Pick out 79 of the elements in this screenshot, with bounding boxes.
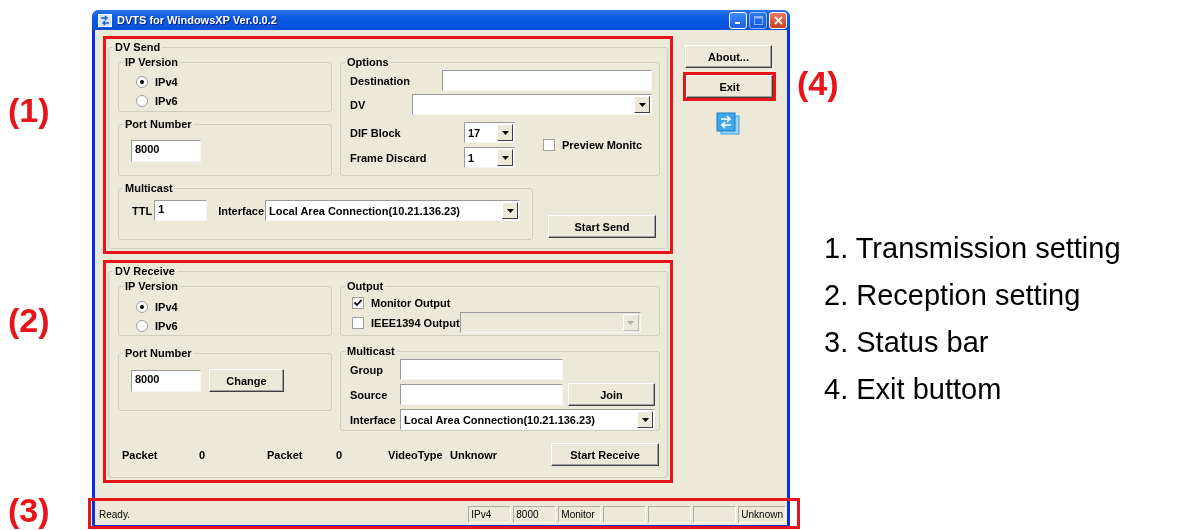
dropdown[interactable]: Local Area Connection(10.21.136.23) — [400, 409, 655, 430]
field-label: Destination — [350, 74, 411, 87]
input-field[interactable] — [400, 384, 563, 405]
status-message: Ready. — [98, 508, 131, 520]
group-title: Multicast — [125, 182, 173, 194]
input-field[interactable]: 8000 — [131, 140, 201, 162]
join-button[interactable]: Join — [568, 383, 655, 406]
dropdown-arrow-icon — [641, 417, 649, 422]
group-title: Multicast — [347, 345, 395, 357]
app-icon — [98, 13, 112, 27]
dropdown[interactable]: 1 — [464, 147, 515, 168]
callout-number: (1) — [8, 90, 51, 130]
exit-button[interactable]: Exit — [686, 75, 773, 98]
stat-value: 0 — [336, 448, 344, 461]
start-receive-button[interactable]: Start Receive — [551, 443, 659, 466]
radio-option[interactable]: IPv4 — [136, 298, 323, 316]
maximize-button[interactable] — [749, 11, 767, 29]
callout-number: (4) — [797, 63, 840, 103]
input-field[interactable]: 1 — [154, 200, 208, 221]
input-field[interactable]: 8000 — [131, 369, 201, 392]
field-label: DV — [350, 98, 367, 111]
field-label: VideoType — [388, 448, 444, 461]
status-panel — [603, 505, 647, 523]
field-label: Source — [350, 388, 389, 401]
window-arrows-icon — [716, 112, 740, 135]
maximize-icon — [753, 15, 763, 25]
input-field[interactable] — [442, 70, 652, 91]
about-button[interactable]: About... — [685, 45, 772, 68]
callout-number: (3) — [8, 490, 51, 530]
group-title: Port Number — [125, 118, 192, 130]
radio-option[interactable]: IPv6 — [136, 92, 323, 110]
legend-item: 3. Status bar — [824, 325, 990, 360]
dropdown[interactable] — [412, 94, 652, 115]
dropdown-arrow-icon — [627, 320, 635, 325]
checkbox[interactable]: Monitor Output — [352, 294, 651, 312]
checkbox[interactable]: IEEE1394 Output — [352, 313, 460, 332]
field-label: Interface — [350, 413, 397, 426]
group-title: DV Receive — [115, 265, 175, 277]
group-title: DV Send — [115, 41, 161, 53]
dropdown-arrow-icon — [501, 155, 509, 160]
close-button[interactable] — [769, 11, 787, 29]
field-label: Packet — [122, 448, 159, 461]
status-panel: IPv4 — [468, 505, 512, 523]
checkbox[interactable]: Preview Monitc — [543, 136, 643, 154]
stat-value: Unknowr — [450, 448, 499, 461]
change-button[interactable]: Change — [209, 369, 284, 392]
field-label: Group — [350, 363, 384, 376]
dropdown[interactable]: 17 — [464, 122, 515, 143]
status-panel: Monitor — [558, 505, 602, 523]
group-title: Port Number — [125, 347, 192, 359]
field-label: Interface — [218, 204, 265, 217]
minimize-button[interactable] — [729, 11, 747, 29]
dropdown-arrow-icon — [638, 102, 646, 107]
radio-option[interactable]: IPv6 — [136, 317, 323, 335]
field-label: DIF Block — [350, 126, 402, 139]
status-panel: Unknown — [738, 505, 786, 523]
dropdown-arrow-icon — [506, 208, 514, 213]
status-panel: 8000 — [513, 505, 557, 523]
status-panel — [648, 505, 692, 523]
legend-item: 2. Reception setting — [824, 278, 1082, 313]
window-title: DVTS for WindowsXP Ver.0.0.2 — [117, 14, 278, 26]
group-title: IP Version — [125, 56, 178, 68]
field-label: Packet — [267, 448, 304, 461]
field-label: TTL — [132, 204, 153, 217]
group-title: IP Version — [125, 280, 178, 292]
legend-item: 1. Transmission setting — [824, 231, 1122, 266]
input-field[interactable] — [400, 359, 563, 380]
dropdown[interactable]: Local Area Connection(10.21.136.23) — [265, 200, 521, 221]
group-title: Output — [347, 280, 384, 292]
dropdown-arrow-icon — [501, 130, 509, 135]
radio-option[interactable]: IPv4 — [136, 73, 323, 91]
close-icon — [773, 15, 783, 25]
legend-item: 4. Exit buttom — [824, 372, 1003, 407]
stat-value: 0 — [199, 448, 207, 461]
start-send-button[interactable]: Start Send — [548, 215, 656, 238]
status-panel — [693, 505, 737, 523]
callout-number: (2) — [8, 300, 51, 340]
group-title: Options — [347, 56, 389, 68]
field-label: Frame Discard — [350, 151, 428, 164]
